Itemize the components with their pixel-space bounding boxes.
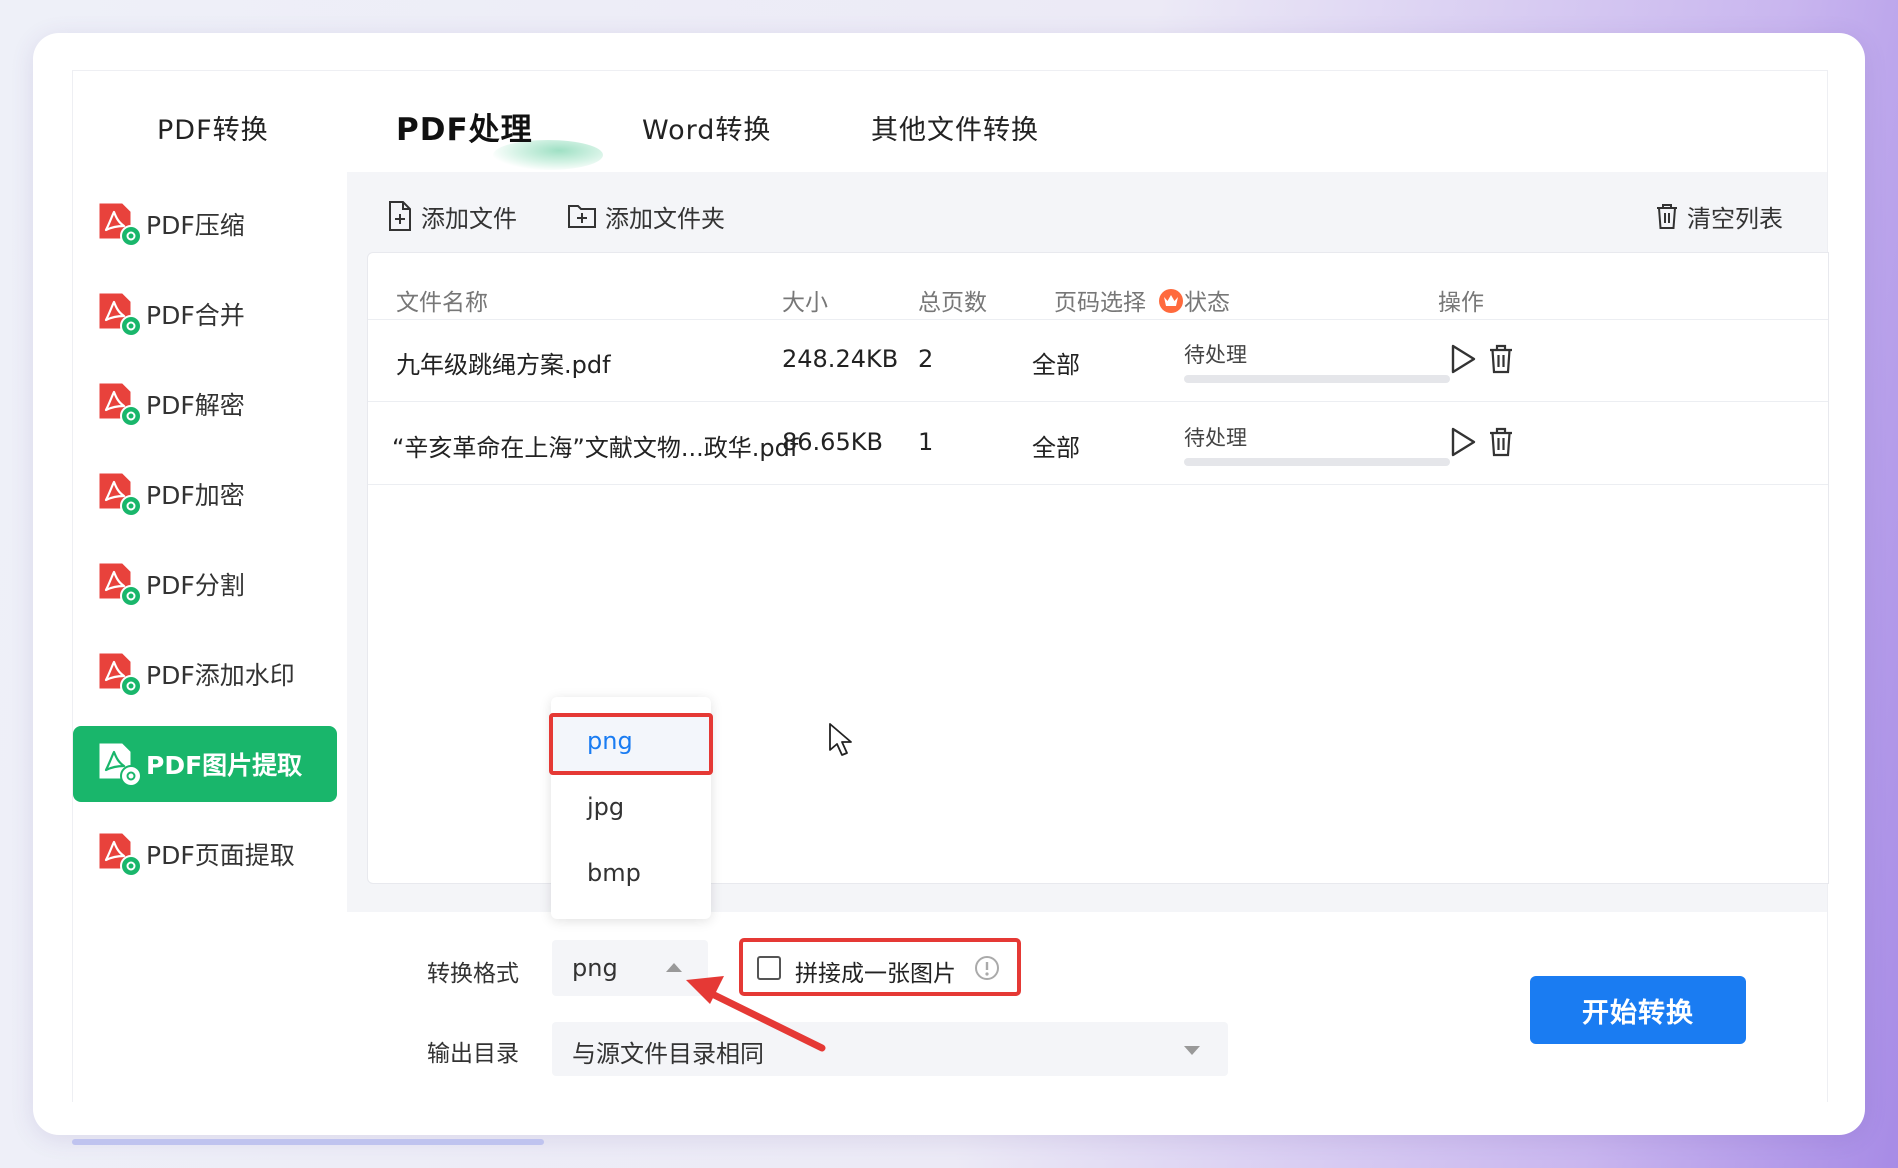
pdf-drop-icon	[99, 653, 142, 697]
row-page-range[interactable]: 全部	[1032, 345, 1080, 380]
output-label: 输出目录	[427, 1041, 519, 1067]
row-pages: 1	[918, 428, 934, 456]
clear-list-label: 清空列表	[1687, 204, 1783, 233]
merge-images-label: 拼接成一张图片	[795, 961, 956, 987]
format-dropdown: png jpg bmp	[549, 697, 713, 919]
format-option-png[interactable]: png	[587, 727, 633, 755]
row-progress-bar	[1184, 375, 1450, 383]
trash-icon	[1657, 204, 1677, 229]
sidebar-item[interactable]: PDF加密	[73, 456, 337, 532]
pdf-key-icon	[99, 383, 142, 427]
play-icon[interactable]	[1448, 343, 1478, 375]
output-directory-value: 与源文件目录相同	[572, 1040, 764, 1068]
sidebar-item[interactable]: PDF添加水印	[73, 636, 337, 712]
tab-pdf-convert[interactable]: PDF转换	[157, 108, 269, 147]
row-status: 待处理	[1184, 343, 1247, 367]
tab-other-convert[interactable]: 其他文件转换	[871, 108, 1039, 147]
pdf-image-icon	[99, 743, 142, 787]
top-tab-bar: PDF转换 PDF处理 Word转换 其他文件转换	[73, 72, 1827, 173]
row-status: 待处理	[1184, 426, 1247, 450]
sidebar-item-label: PDF页面提取	[146, 841, 295, 870]
trash-icon[interactable]	[1488, 343, 1514, 375]
caret-down-icon	[1184, 1046, 1200, 1055]
sidebar-item-label: PDF压缩	[146, 211, 245, 240]
format-select-value: png	[572, 954, 618, 982]
tab-pdf-process[interactable]: PDF处理	[396, 104, 533, 149]
sidebar-item-label: PDF解密	[146, 391, 245, 420]
window-scrollbar[interactable]	[72, 1139, 544, 1145]
caret-up-icon	[666, 963, 682, 972]
header-size: 大小	[782, 290, 828, 316]
sidebar-item-label: PDF图片提取	[146, 751, 303, 780]
merge-images-option[interactable]: 拼接成一张图片	[739, 938, 1021, 996]
add-file-label: 添加文件	[421, 204, 517, 233]
sidebar-item-label: PDF加密	[146, 481, 245, 510]
pdf-page-icon	[99, 833, 142, 877]
play-icon[interactable]	[1448, 426, 1478, 458]
add-file-button[interactable]: 添加文件	[387, 196, 517, 236]
row-filename: “辛亥革命在上海”文献文物...政华.pdf	[392, 434, 799, 462]
sidebar-item-label: PDF合并	[146, 301, 245, 330]
row-size: 86.65KB	[782, 428, 883, 456]
info-icon[interactable]	[973, 954, 1001, 982]
header-page-range-label: 页码选择	[1054, 290, 1146, 316]
sidebar-item[interactable]: PDF压缩	[73, 186, 337, 262]
file-plus-icon	[389, 201, 411, 231]
sidebar: PDF压缩 PDF合并 PDF解密 PDF加密 PDF分割 PDF添加水印 PDF图片提取 P…	[73, 172, 347, 1102]
row-size: 248.24KB	[782, 345, 899, 373]
table-row[interactable]: 九年级跳绳方案.pdf 248.24KB 2 全部 待处理	[368, 319, 1828, 402]
row-page-range[interactable]: 全部	[1032, 428, 1080, 463]
table-row[interactable]: “辛亥革命在上海”文献文物...政华.pdf 86.65KB 1 全部 待处理	[368, 402, 1828, 485]
merge-images-checkbox[interactable]	[757, 956, 781, 980]
clear-list-button[interactable]: 清空列表	[1655, 196, 1783, 236]
row-filename: 九年级跳绳方案.pdf	[396, 351, 611, 379]
sidebar-item[interactable]: PDF分割	[73, 546, 337, 622]
conversion-settings: 转换格式 png 拼接成一张图片 输出目录 与源文件目录相同 开始转换	[347, 912, 1827, 1102]
crown-icon	[1159, 289, 1184, 313]
add-folder-button[interactable]: 添加文件夹	[567, 196, 725, 236]
sidebar-item[interactable]: PDF图片提取	[73, 726, 337, 802]
mouse-cursor-icon	[829, 723, 852, 756]
sidebar-item-label: PDF添加水印	[146, 661, 295, 690]
start-convert-button[interactable]: 开始转换	[1530, 976, 1746, 1044]
format-option-jpg[interactable]: jpg	[587, 793, 624, 821]
pdf-compress-icon	[99, 203, 142, 247]
header-status: 状态	[1184, 290, 1230, 316]
sidebar-item[interactable]: PDF解密	[73, 366, 337, 442]
pdf-lock-icon	[99, 473, 142, 517]
row-progress-bar	[1184, 458, 1450, 466]
folder-plus-icon	[568, 205, 596, 228]
row-pages: 2	[918, 345, 934, 373]
pdf-merge-icon	[99, 293, 142, 337]
tab-word-convert[interactable]: Word转换	[642, 108, 771, 147]
header-filename: 文件名称	[396, 290, 488, 316]
sidebar-item[interactable]: PDF合并	[73, 276, 337, 352]
format-label: 转换格式	[427, 961, 519, 987]
sidebar-item-label: PDF分割	[146, 571, 245, 600]
add-folder-label: 添加文件夹	[605, 204, 725, 233]
pdf-split-icon	[99, 563, 142, 607]
trash-icon[interactable]	[1488, 426, 1514, 458]
header-pages: 总页数	[918, 290, 987, 316]
sidebar-item[interactable]: PDF页面提取	[73, 816, 337, 892]
output-directory-select[interactable]: 与源文件目录相同	[552, 1022, 1228, 1076]
format-select[interactable]: png	[552, 940, 708, 996]
header-actions: 操作	[1438, 290, 1484, 316]
header-page-range: 页码选择	[1054, 283, 1185, 317]
format-option-bmp[interactable]: bmp	[587, 859, 641, 887]
